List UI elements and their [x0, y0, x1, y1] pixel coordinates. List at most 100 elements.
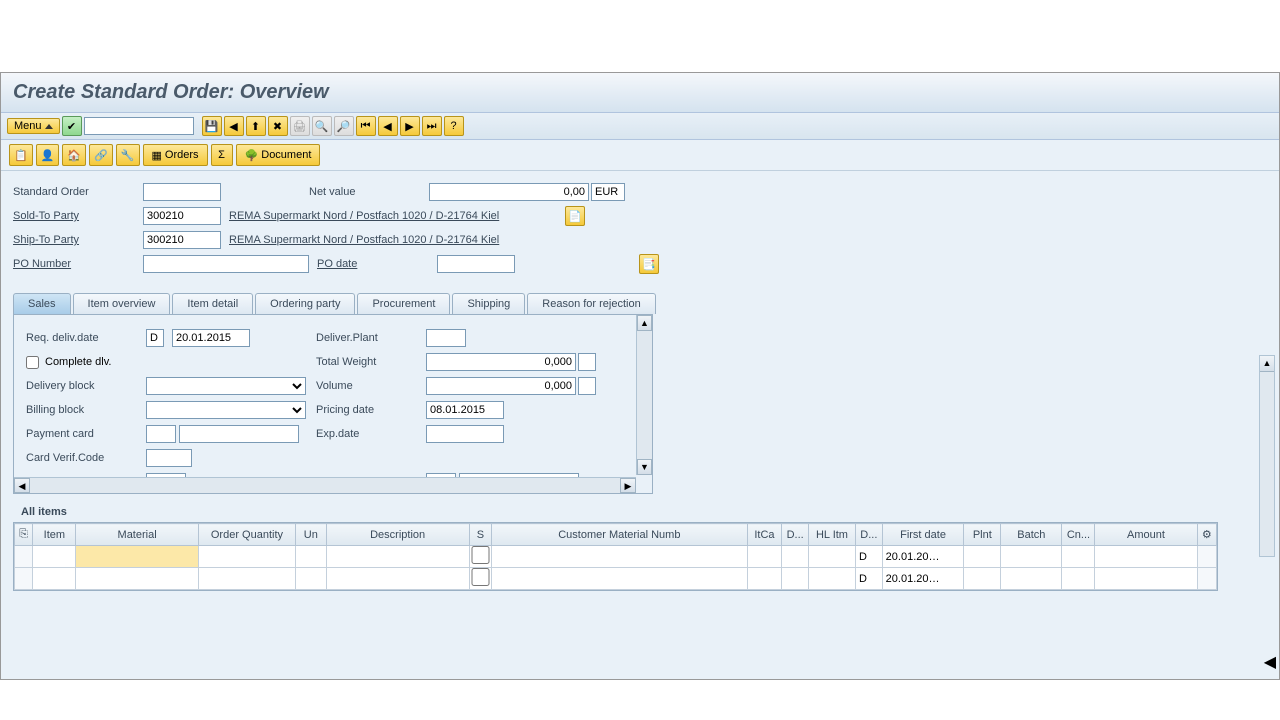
back-button[interactable]: ◀: [224, 116, 244, 136]
un-cell[interactable]: [296, 570, 326, 588]
help-button[interactable]: ?: [444, 116, 464, 136]
tab-item-detail[interactable]: Item detail: [172, 293, 253, 314]
menu-button[interactable]: Menu: [7, 118, 60, 134]
billing-block-select[interactable]: [146, 401, 306, 419]
deliver-plant-input[interactable]: [426, 329, 466, 347]
scroll-down-icon[interactable]: ▼: [637, 459, 652, 475]
propose-button[interactable]: 🔗: [89, 144, 113, 166]
tab-shipping[interactable]: Shipping: [452, 293, 525, 314]
firstdate-cell[interactable]: [883, 548, 964, 566]
s-checkbox[interactable]: [470, 568, 491, 586]
un-cell[interactable]: [296, 548, 326, 566]
col-batch[interactable]: Batch: [1001, 524, 1062, 546]
po-date-label[interactable]: PO date: [317, 258, 437, 270]
header-detail-button[interactable]: 📑: [639, 254, 659, 274]
req-deliv-date[interactable]: [172, 329, 250, 347]
sold-to-input[interactable]: [143, 207, 221, 225]
main-vscroll[interactable]: ▲: [1259, 355, 1275, 557]
col-cust-mat[interactable]: Customer Material Numb: [492, 524, 747, 546]
standard-order-input[interactable]: [143, 183, 221, 201]
amount-cell[interactable]: [1095, 570, 1196, 588]
custmat-cell[interactable]: [492, 570, 746, 588]
col-plnt[interactable]: Plnt: [964, 524, 1001, 546]
cn-cell[interactable]: [1062, 548, 1094, 566]
delivery-block-select[interactable]: [146, 377, 306, 395]
qty-cell[interactable]: [199, 570, 295, 588]
payment-card-type[interactable]: [146, 425, 176, 443]
d1-cell[interactable]: [782, 548, 808, 566]
col-material[interactable]: Material: [76, 524, 199, 546]
orders-button[interactable]: ▦ Orders: [143, 144, 208, 166]
po-number-label[interactable]: PO Number: [13, 258, 143, 270]
print-button[interactable]: 🖨: [290, 116, 310, 136]
save-button[interactable]: 💾: [202, 116, 222, 136]
table-row[interactable]: [15, 546, 1217, 568]
hlitm-cell[interactable]: [809, 548, 855, 566]
next-page-button[interactable]: ▶: [400, 116, 420, 136]
col-firstdate[interactable]: First date: [882, 524, 964, 546]
desc-cell[interactable]: [327, 570, 469, 588]
amount-cell[interactable]: [1095, 548, 1196, 566]
tab-procurement[interactable]: Procurement: [357, 293, 450, 314]
tab-ordering-party[interactable]: Ordering party: [255, 293, 355, 314]
exit-button[interactable]: ⬆: [246, 116, 266, 136]
display-button[interactable]: 📋: [9, 144, 33, 166]
po-number-input[interactable]: [143, 255, 309, 273]
row-selector[interactable]: [15, 546, 33, 568]
col-s[interactable]: S: [469, 524, 491, 546]
ship-to-input[interactable]: [143, 231, 221, 249]
plnt-cell[interactable]: [964, 548, 1000, 566]
pricing-date-input[interactable]: [426, 401, 504, 419]
col-qty[interactable]: Order Quantity: [198, 524, 295, 546]
item-button[interactable]: 🔧: [116, 144, 140, 166]
scroll-right-icon[interactable]: ▶: [620, 478, 636, 493]
batch-cell[interactable]: [1001, 548, 1061, 566]
complete-dlv-checkbox[interactable]: [26, 356, 39, 369]
d2-cell[interactable]: [856, 570, 882, 588]
last-page-button[interactable]: ⏭: [422, 116, 442, 136]
col-d1[interactable]: D...: [782, 524, 809, 546]
material-cell[interactable]: [76, 548, 198, 566]
find-button[interactable]: 🔍: [312, 116, 332, 136]
document-button[interactable]: 🌳 Document: [236, 144, 321, 166]
d1-cell[interactable]: [782, 570, 808, 588]
cancel-button[interactable]: ✖: [268, 116, 288, 136]
command-field[interactable]: [84, 117, 194, 135]
firstdate-cell[interactable]: [883, 570, 964, 588]
enter-button[interactable]: ✔: [62, 116, 82, 136]
ship-to-label[interactable]: Ship-To Party: [13, 234, 143, 246]
itca-cell[interactable]: [748, 548, 782, 566]
tab-reason-rejection[interactable]: Reason for rejection: [527, 293, 655, 314]
scroll-left-icon[interactable]: ◀: [14, 478, 30, 493]
prev-page-button[interactable]: ◀: [378, 116, 398, 136]
config-button[interactable]: Σ: [211, 144, 233, 166]
payment-card-number[interactable]: [179, 425, 299, 443]
item-cell[interactable]: [33, 548, 75, 566]
batch-cell[interactable]: [1001, 570, 1061, 588]
scroll-up-icon[interactable]: ▲: [1260, 356, 1274, 372]
col-item[interactable]: Item: [33, 524, 76, 546]
exp-date-input[interactable]: [426, 425, 504, 443]
tab-item-overview[interactable]: Item overview: [73, 293, 171, 314]
panel-hscroll[interactable]: ◀ ▶: [14, 477, 636, 493]
col-desc[interactable]: Description: [326, 524, 469, 546]
sold-to-label[interactable]: Sold-To Party: [13, 210, 143, 222]
d2-cell[interactable]: [856, 548, 882, 566]
desc-cell[interactable]: [327, 548, 469, 566]
col-amount[interactable]: Amount: [1095, 524, 1197, 546]
find-next-button[interactable]: 🔎: [334, 116, 354, 136]
itca-cell[interactable]: [748, 570, 782, 588]
partner-detail-button[interactable]: 📄: [565, 206, 585, 226]
col-config[interactable]: ⚙: [1197, 524, 1216, 546]
display-doc-button[interactable]: 🏠: [62, 144, 86, 166]
custmat-cell[interactable]: [492, 548, 746, 566]
scroll-up-icon[interactable]: ▲: [637, 315, 652, 331]
item-cell[interactable]: [33, 570, 75, 588]
col-un[interactable]: Un: [295, 524, 326, 546]
qty-cell[interactable]: [199, 548, 295, 566]
cn-cell[interactable]: [1062, 570, 1094, 588]
row-selector[interactable]: [15, 568, 33, 590]
header-button[interactable]: 👤: [36, 144, 60, 166]
col-itca[interactable]: ItCa: [747, 524, 782, 546]
panel-vscroll[interactable]: ▲ ▼: [636, 315, 652, 475]
